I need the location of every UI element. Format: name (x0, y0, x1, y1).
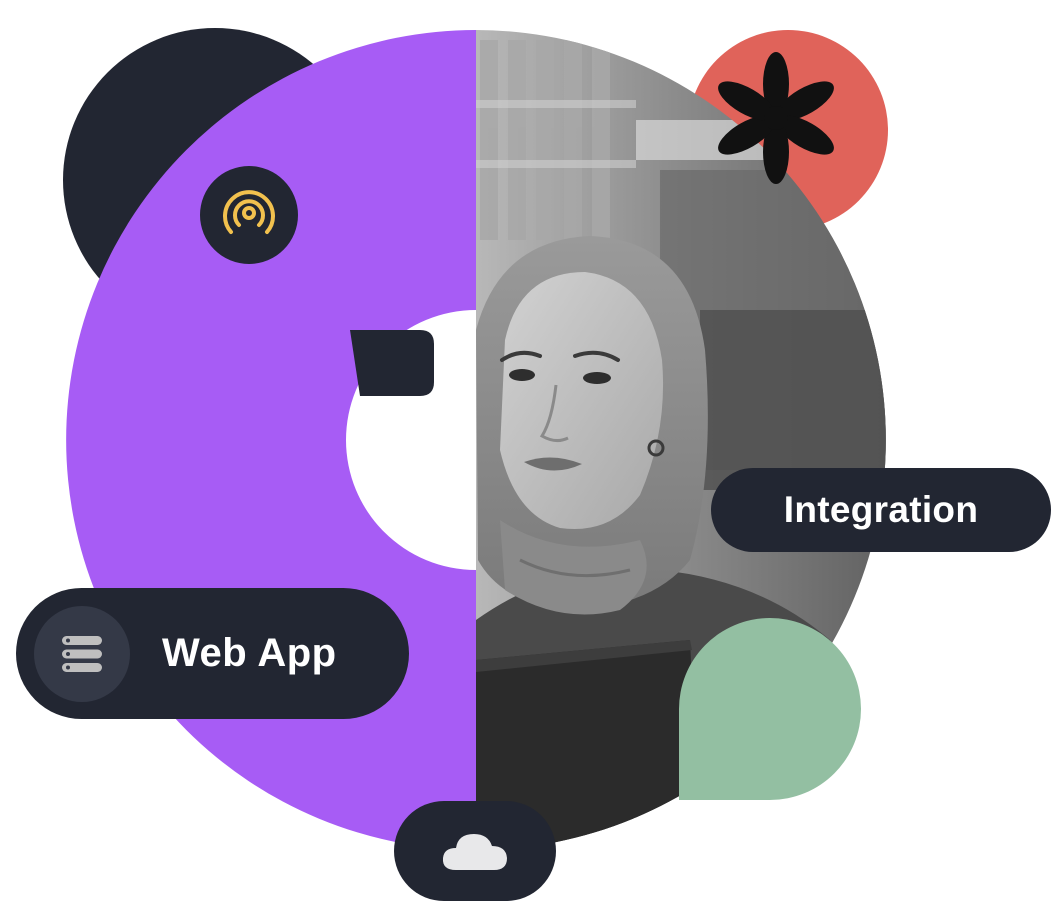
dark-decor-block (350, 330, 434, 396)
cloud-icon (442, 834, 507, 870)
signal-badge (200, 166, 298, 264)
broadcast-signal-icon (223, 190, 275, 234)
server-icon-badge (34, 605, 130, 702)
integration-pill[interactable]: Integration (711, 468, 1051, 552)
web-app-pill[interactable]: Web App (16, 588, 409, 719)
mint-decor-leaf (678, 618, 861, 800)
server-stack-icon (62, 635, 102, 672)
integration-label: Integration (783, 489, 979, 530)
hero-illustration (63, 28, 888, 850)
web-app-label: Web App (162, 631, 337, 675)
cloud-pill[interactable] (394, 801, 556, 901)
